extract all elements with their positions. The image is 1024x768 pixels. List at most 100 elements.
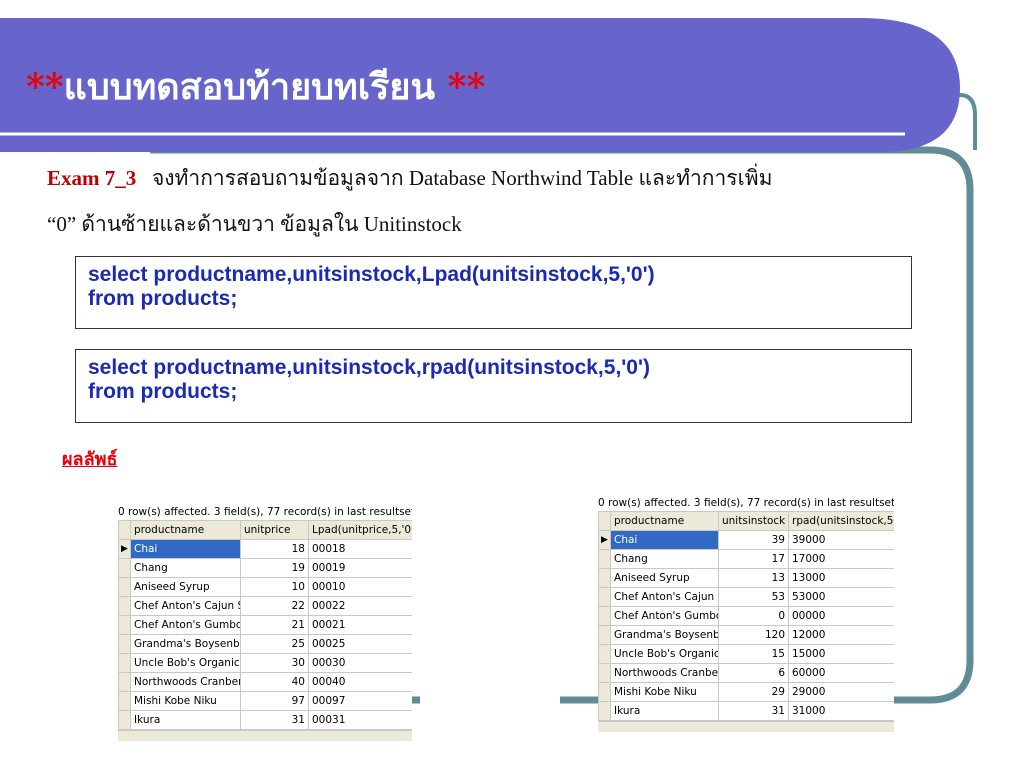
table-row[interactable]: Chang 17 17000: [598, 549, 894, 569]
table-cell[interactable]: 17000: [788, 549, 894, 569]
table-cell[interactable]: 00019: [308, 558, 412, 578]
table-cell[interactable]: 00022: [308, 596, 412, 616]
table-cell[interactable]: 21: [240, 615, 309, 635]
row-indicator: [118, 577, 131, 597]
exam-text-2: “0” ด้านซ้ายและด้านขวา ข้อมูลใน Unitinst…: [47, 212, 462, 236]
table-cell[interactable]: 00010: [308, 577, 412, 597]
table-cell[interactable]: Ikura: [130, 710, 241, 730]
table-cell[interactable]: Aniseed Syrup: [130, 577, 241, 597]
table-row[interactable]: ▶ Chai 39 39000: [598, 530, 894, 550]
column-header[interactable]: rpad(unitsinstock,5,': [788, 511, 894, 531]
table-cell[interactable]: Aniseed Syrup: [610, 568, 719, 588]
row-indicator: [598, 549, 611, 569]
row-indicator: [118, 710, 131, 730]
horizontal-scrollbar[interactable]: [598, 721, 894, 732]
table-cell[interactable]: Grandma's Boysenbe: [610, 625, 719, 645]
table-cell[interactable]: 6: [718, 663, 789, 683]
table-cell[interactable]: Uncle Bob's Organic I: [610, 644, 719, 664]
table-cell[interactable]: 0: [718, 606, 789, 626]
table-cell[interactable]: 00018: [308, 539, 412, 559]
table-cell[interactable]: Chai: [610, 530, 719, 550]
table-row[interactable]: Grandma's Boysenbe 120 12000: [598, 625, 894, 645]
table-cell[interactable]: 17: [718, 549, 789, 569]
table-row[interactable]: Chef Anton's Cajun S 53 53000: [598, 587, 894, 607]
row-indicator: [118, 558, 131, 578]
table-cell[interactable]: 18: [240, 539, 309, 559]
table-cell[interactable]: 15000: [788, 644, 894, 664]
column-header[interactable]: unitsinstock: [718, 511, 789, 531]
table-cell[interactable]: 22: [240, 596, 309, 616]
table-row[interactable]: Ikura 31 00031: [118, 710, 412, 730]
column-header[interactable]: Lpad(unitprice,5,'0': [308, 520, 412, 540]
table-row[interactable]: Chef Anton's Gumbo 0 00000: [598, 606, 894, 626]
table-cell[interactable]: Chef Anton's Gumbo: [610, 606, 719, 626]
table-row[interactable]: Chang 19 00019: [118, 558, 412, 578]
table-row[interactable]: Ikura 31 31000: [598, 701, 894, 721]
table-cell[interactable]: 25: [240, 634, 309, 654]
table-cell[interactable]: Chef Anton's Gumbo: [130, 615, 241, 635]
table-cell[interactable]: 29000: [788, 682, 894, 702]
row-indicator: [598, 625, 611, 645]
table-cell[interactable]: Uncle Bob's Organic I: [130, 653, 241, 673]
row-indicator: [598, 606, 611, 626]
table-row[interactable]: Northwoods Cranber 40 00040: [118, 672, 412, 692]
table-cell[interactable]: 13: [718, 568, 789, 588]
table-cell[interactable]: Chang: [610, 549, 719, 569]
table-cell[interactable]: 00030: [308, 653, 412, 673]
table-row[interactable]: Northwoods Cranber 6 60000: [598, 663, 894, 683]
table-cell[interactable]: 31: [718, 701, 789, 721]
table-cell[interactable]: Grandma's Boysenbe: [130, 634, 241, 654]
table-cell[interactable]: 53000: [788, 587, 894, 607]
table-row[interactable]: Aniseed Syrup 13 13000: [598, 568, 894, 588]
table-cell[interactable]: Northwoods Cranber: [610, 663, 719, 683]
table-cell[interactable]: 19: [240, 558, 309, 578]
current-row-arrow-icon: ▶: [118, 539, 131, 559]
table-cell[interactable]: 00025: [308, 634, 412, 654]
table-cell[interactable]: 13000: [788, 568, 894, 588]
column-header[interactable]: productname: [610, 511, 719, 531]
horizontal-scrollbar[interactable]: [118, 730, 412, 741]
title-stars-right: **: [447, 66, 486, 108]
column-header[interactable]: unitprice: [240, 520, 309, 540]
table-cell[interactable]: Mishi Kobe Niku: [610, 682, 719, 702]
table-cell[interactable]: 60000: [788, 663, 894, 683]
row-indicator: [598, 663, 611, 683]
table-cell[interactable]: 40: [240, 672, 309, 692]
table-cell[interactable]: Northwoods Cranber: [130, 672, 241, 692]
exam-line-1: Exam 7_3 จงทำการสอบถามข้อมูลจาก Database…: [47, 162, 772, 195]
table-cell[interactable]: Chef Anton's Cajun S: [610, 587, 719, 607]
table-cell[interactable]: 30: [240, 653, 309, 673]
table-cell[interactable]: Chef Anton's Cajun S: [130, 596, 241, 616]
table-cell[interactable]: 00097: [308, 691, 412, 711]
table-row[interactable]: Uncle Bob's Organic I 15 15000: [598, 644, 894, 664]
table-cell[interactable]: 97: [240, 691, 309, 711]
table-row[interactable]: Chef Anton's Cajun S 22 00022: [118, 596, 412, 616]
table-cell[interactable]: 31000: [788, 701, 894, 721]
table-row[interactable]: Uncle Bob's Organic I 30 00030: [118, 653, 412, 673]
table-cell[interactable]: 29: [718, 682, 789, 702]
table-cell[interactable]: 00000: [788, 606, 894, 626]
table-cell[interactable]: 12000: [788, 625, 894, 645]
table-cell[interactable]: Chai: [130, 539, 241, 559]
table-cell[interactable]: 120: [718, 625, 789, 645]
table-row[interactable]: Mishi Kobe Niku 97 00097: [118, 691, 412, 711]
column-header[interactable]: productname: [130, 520, 241, 540]
table-row[interactable]: Chef Anton's Gumbo 21 00021: [118, 615, 412, 635]
table-row[interactable]: Grandma's Boysenbe 25 00025: [118, 634, 412, 654]
table-cell[interactable]: 00021: [308, 615, 412, 635]
table-row[interactable]: Mishi Kobe Niku 29 29000: [598, 682, 894, 702]
table-cell[interactable]: 15: [718, 644, 789, 664]
table-cell[interactable]: 39: [718, 530, 789, 550]
table-cell[interactable]: 31: [240, 710, 309, 730]
table-cell[interactable]: 00031: [308, 710, 412, 730]
table-cell[interactable]: Ikura: [610, 701, 719, 721]
table-row[interactable]: ▶ Chai 18 00018: [118, 539, 412, 559]
table-cell[interactable]: Mishi Kobe Niku: [130, 691, 241, 711]
table-cell[interactable]: Chang: [130, 558, 241, 578]
table-row[interactable]: Aniseed Syrup 10 00010: [118, 577, 412, 597]
table-cell[interactable]: 10: [240, 577, 309, 597]
exam-line-2: “0” ด้านซ้ายและด้านขวา ข้อมูลใน Unitinst…: [47, 208, 462, 241]
table-cell[interactable]: 53: [718, 587, 789, 607]
table-cell[interactable]: 00040: [308, 672, 412, 692]
table-cell[interactable]: 39000: [788, 530, 894, 550]
